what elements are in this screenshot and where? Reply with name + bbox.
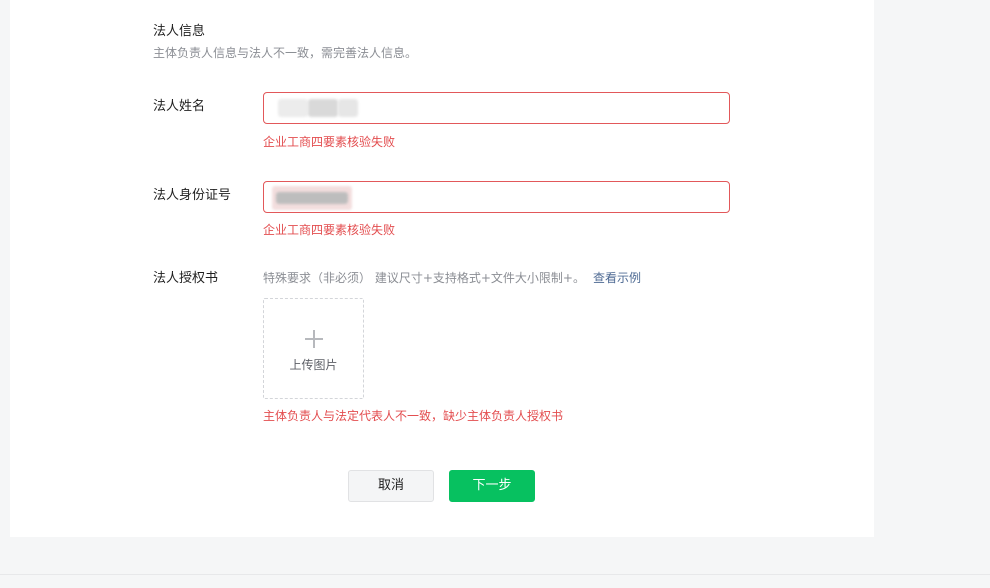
authorization-hint: 特殊要求（非必须） 建议尺寸+支持格式+文件大小限制+。 查看示例 bbox=[263, 269, 641, 287]
legal-id-label: 法人身份证号 bbox=[153, 188, 232, 203]
authorization-error: 主体负责人与法定代表人不一致，缺少主体负责人授权书 bbox=[263, 409, 564, 423]
section-description: 主体负责人信息与法人不一致，需完善法人信息。 bbox=[153, 46, 418, 60]
masked-value bbox=[276, 192, 348, 204]
cancel-button[interactable]: 取消 bbox=[348, 470, 434, 502]
masked-value bbox=[308, 99, 338, 117]
upload-image-button[interactable]: 上传图片 bbox=[263, 298, 364, 399]
legal-name-label: 法人姓名 bbox=[153, 99, 206, 114]
section-title: 法人信息 bbox=[153, 24, 206, 39]
upload-image-label: 上传图片 bbox=[289, 358, 338, 372]
masked-value bbox=[278, 99, 308, 117]
next-step-button[interactable]: 下一步 bbox=[449, 470, 535, 502]
legal-id-input[interactable] bbox=[263, 181, 730, 213]
form-card: 法人信息 主体负责人信息与法人不一致，需完善法人信息。 法人姓名 企业工商四要素… bbox=[10, 0, 874, 537]
footer-divider bbox=[0, 574, 990, 575]
authorization-label: 法人授权书 bbox=[153, 271, 219, 286]
masked-value bbox=[338, 99, 358, 117]
legal-id-error: 企业工商四要素核验失败 bbox=[263, 223, 396, 237]
legal-name-input[interactable] bbox=[263, 92, 730, 124]
view-example-link[interactable]: 查看示例 bbox=[593, 271, 641, 285]
plus-icon bbox=[305, 330, 323, 348]
legal-name-error: 企业工商四要素核验失败 bbox=[263, 135, 396, 149]
authorization-hint-text: 特殊要求（非必须） 建议尺寸+支持格式+文件大小限制+。 bbox=[263, 271, 585, 285]
